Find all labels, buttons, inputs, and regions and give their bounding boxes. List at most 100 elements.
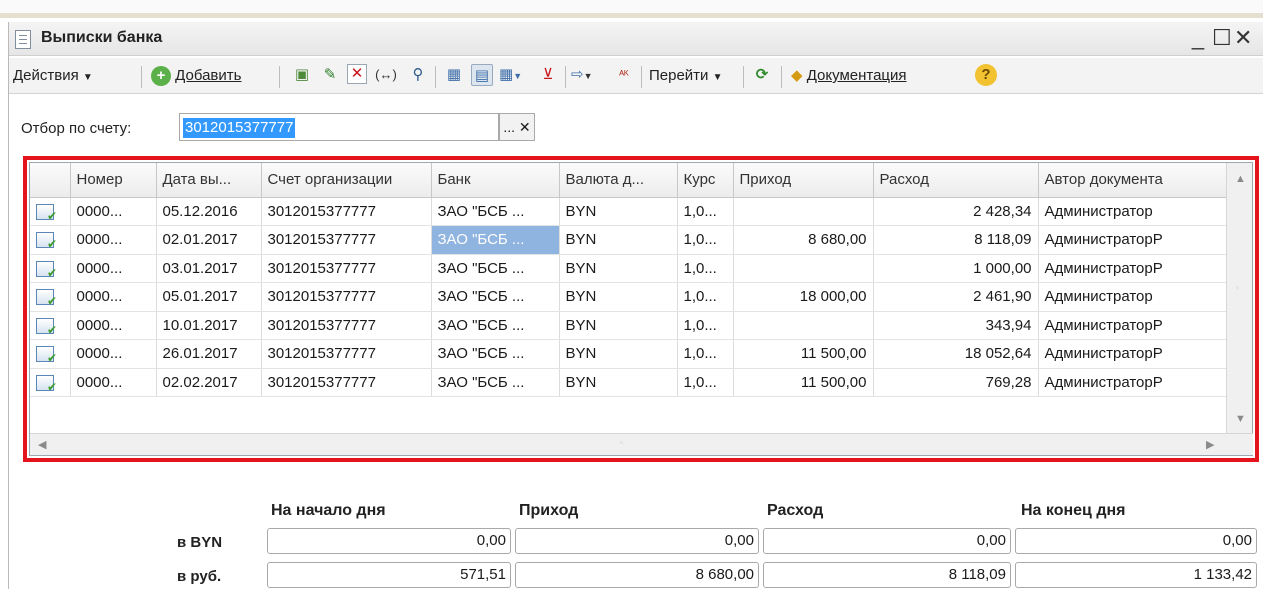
top-strip — [0, 0, 1263, 18]
cell-rate: 1,0... — [677, 368, 734, 397]
filter-clear-icon[interactable]: ⊻ — [537, 64, 559, 86]
cell-account: 3012015377777 — [261, 197, 432, 226]
title-bar: Выписки банка _☐✕ — [9, 22, 1263, 56]
cell-rate: 1,0... — [677, 339, 734, 369]
table-row[interactable]: 0000... 02.01.2017 3012015377777 ЗАО "БС… — [30, 225, 1228, 255]
account-filter-input[interactable]: 3012015377777 — [179, 113, 499, 141]
total-byn-income: 0,00 — [515, 528, 759, 554]
totals-header-expense: Расход — [767, 502, 824, 519]
account-filter-value: 3012015377777 — [183, 118, 296, 138]
total-byn-closing: 0,00 — [1015, 528, 1257, 554]
cell-date: 10.01.2017 — [156, 311, 262, 340]
cell-rate: 1,0... — [677, 282, 734, 312]
cell-account: 3012015377777 — [261, 254, 432, 283]
cell-income — [733, 197, 874, 226]
cell-account: 3012015377777 — [261, 225, 432, 255]
actions-label: Действия — [13, 67, 79, 84]
scroll-down-icon[interactable]: ▼ — [1235, 413, 1246, 425]
add-button[interactable]: + Добавить — [151, 64, 241, 88]
cell-bank: ЗАО "БСБ ... — [431, 197, 560, 226]
posted-document-icon — [36, 260, 57, 280]
vertical-scrollbar[interactable]: ▲ ◦ ▼ — [1226, 163, 1252, 433]
select-button[interactable]: ... — [503, 119, 515, 135]
actions-menu[interactable]: Действия ▼ — [13, 64, 93, 88]
docs-icon: ◆ — [791, 67, 803, 84]
clear-filter-button[interactable]: ✕ — [519, 119, 531, 135]
posted-document-icon — [36, 203, 57, 223]
totals-header-opening: На начало дня — [271, 502, 386, 519]
cell-income: 11 500,00 — [733, 368, 874, 397]
add-icon: + — [151, 66, 171, 87]
cell-bank: ЗАО "БСБ ... — [431, 368, 560, 397]
cell-expense: 8 118,09 — [873, 225, 1039, 255]
edit-icon[interactable]: ✎ — [319, 64, 341, 86]
posted-document-icon — [36, 346, 57, 365]
cell-bank: ЗАО "БСБ ... — [431, 225, 560, 255]
table-row[interactable]: 0000... 03.01.2017 3012015377777 ЗАО "БС… — [30, 254, 1228, 283]
cell-account: 3012015377777 — [261, 282, 432, 312]
toolbar-separator — [781, 66, 782, 88]
link-icon[interactable]: (↔) — [375, 64, 397, 86]
export-icon[interactable]: ⇨▼ — [571, 64, 605, 86]
table-row[interactable]: 0000... 26.01.2017 3012015377777 ЗАО "БС… — [30, 339, 1228, 369]
scroll-left-icon[interactable]: ◀ — [38, 438, 46, 451]
column-currency[interactable]: Валюта д... — [559, 163, 678, 198]
goto-menu[interactable]: Перейти ▼ — [649, 64, 723, 88]
column-income[interactable]: Приход — [733, 163, 874, 198]
column-account[interactable]: Счет организации — [261, 163, 432, 198]
delete-icon[interactable]: ✕ — [347, 64, 367, 84]
column-author[interactable]: Автор документа — [1038, 163, 1228, 198]
posted-document-icon — [36, 317, 57, 337]
column-icon[interactable] — [30, 163, 71, 198]
scroll-up-icon[interactable]: ▲ — [1235, 173, 1246, 185]
toolbar-separator — [743, 66, 744, 88]
horizontal-scrollbar[interactable]: ◀ ◦ ▶ — [30, 433, 1253, 455]
cell-number: 0000... — [70, 225, 157, 255]
scroll-thumb-grip-icon[interactable]: ◦ — [1236, 283, 1239, 292]
column-bank[interactable]: Банк — [431, 163, 560, 198]
cell-rate: 1,0... — [677, 225, 734, 255]
cell-rate: 1,0... — [677, 197, 734, 226]
total-byn-expense: 0,00 — [763, 528, 1011, 554]
scroll-right-icon[interactable]: ▶ — [1206, 438, 1214, 451]
find-icon[interactable]: ⚲ — [407, 64, 429, 86]
column-expense[interactable]: Расход — [873, 163, 1039, 198]
filter-menu-icon[interactable]: ▦▼ — [499, 64, 533, 86]
cell-number: 0000... — [70, 339, 157, 369]
scroll-thumb-grip-icon[interactable]: ◦ — [620, 438, 623, 447]
cell-number: 0000... — [70, 197, 157, 226]
dt-kt-icon[interactable]: ᴬᴷ — [613, 64, 635, 86]
cell-rate: 1,0... — [677, 254, 734, 283]
minimize-button[interactable]: _ — [1190, 25, 1212, 51]
cell-currency: BYN — [559, 339, 678, 369]
filter-active-icon[interactable]: ▤ — [471, 64, 493, 86]
cell-income — [733, 311, 874, 340]
table-row[interactable]: 0000... 10.01.2017 3012015377777 ЗАО "БС… — [30, 311, 1228, 340]
help-icon[interactable]: ? — [975, 64, 997, 86]
column-rate[interactable]: Курс — [677, 163, 734, 198]
cell-date: 26.01.2017 — [156, 339, 262, 369]
column-date[interactable]: Дата вы... — [156, 163, 262, 198]
copy-icon[interactable]: ▣ — [291, 64, 313, 86]
cell-date: 03.01.2017 — [156, 254, 262, 283]
table-row[interactable]: 0000... 05.12.2016 3012015377777 ЗАО "БС… — [30, 197, 1228, 226]
table-row[interactable]: 0000... 05.01.2017 3012015377777 ЗАО "БС… — [30, 282, 1228, 312]
add-label: Добавить — [175, 67, 242, 84]
table-row[interactable]: 0000... 02.02.2017 3012015377777 ЗАО "БС… — [30, 368, 1228, 397]
refresh-icon[interactable]: ⟳ — [751, 64, 773, 86]
documentation-button[interactable]: ◆ Документация — [791, 64, 907, 88]
filter-buttons: ... ✕ — [499, 113, 535, 141]
filter-icon[interactable]: ▦ — [443, 64, 465, 86]
toolbar-separator — [141, 66, 142, 88]
window-title: Выписки банка — [41, 29, 163, 46]
cell-currency: BYN — [559, 254, 678, 283]
column-number[interactable]: Номер — [70, 163, 157, 198]
cell-number: 0000... — [70, 282, 157, 312]
cell-author: АдминистраторР — [1038, 339, 1228, 369]
cell-income: 11 500,00 — [733, 339, 874, 369]
cell-expense: 2 428,34 — [873, 197, 1039, 226]
table-header: Номер Дата вы... Счет организации Банк В… — [30, 163, 1228, 198]
chevron-down-icon: ▼ — [82, 72, 93, 83]
maximize-button[interactable]: ☐ — [1212, 25, 1234, 51]
close-button[interactable]: ✕ — [1234, 25, 1256, 51]
